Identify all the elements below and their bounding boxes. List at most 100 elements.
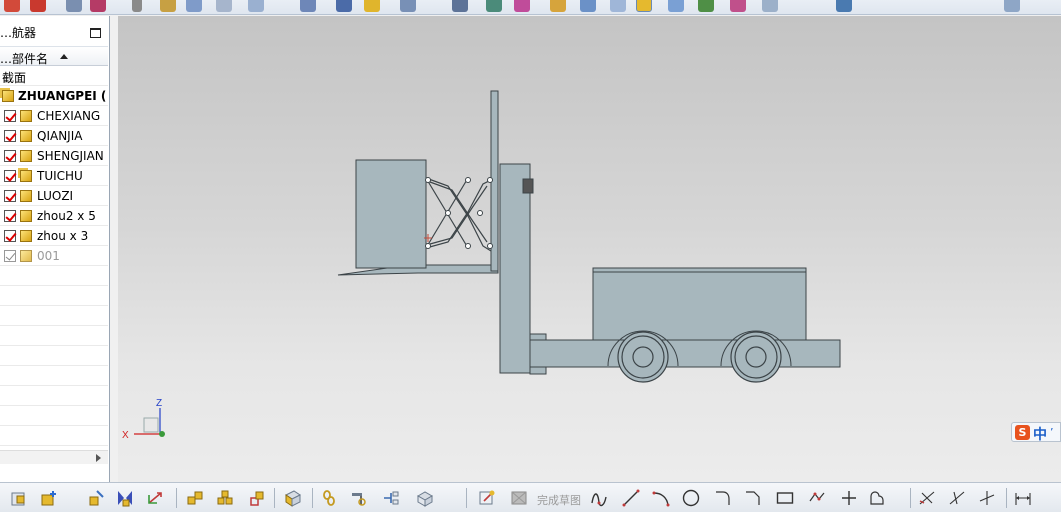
- spring-icon[interactable]: [300, 0, 316, 12]
- render-icon[interactable]: [400, 0, 416, 12]
- arc-icon[interactable]: [652, 489, 670, 507]
- mirror-icon[interactable]: [88, 489, 106, 507]
- finish-sketch-label[interactable]: 完成草图: [537, 492, 581, 508]
- graphics-window[interactable]: Z X S 中 ’: [118, 16, 1061, 482]
- model-icon[interactable]: [4, 0, 20, 12]
- bolt-icon[interactable]: [248, 0, 264, 12]
- sketch-icon[interactable]: [30, 0, 46, 12]
- constraint-icon[interactable]: [116, 489, 134, 507]
- dimension-icon[interactable]: [1014, 489, 1032, 507]
- coordinate-triad: Z X: [122, 398, 165, 441]
- body-box[interactable]: [592, 267, 807, 341]
- pin: [445, 210, 451, 216]
- carriage-block[interactable]: [522, 178, 534, 194]
- pin: [465, 243, 471, 249]
- mast-outer[interactable]: [499, 163, 531, 374]
- display-icon[interactable]: [730, 0, 746, 12]
- tree-row-component[interactable]: zhou2 x 5: [0, 206, 108, 226]
- tree-row-label: ZHUANGPEI (: [18, 89, 107, 103]
- move-icon[interactable]: [146, 489, 164, 507]
- add-component-icon[interactable]: [40, 489, 58, 507]
- shade-icon[interactable]: [364, 0, 380, 12]
- scroll-right-icon[interactable]: [96, 454, 101, 462]
- zoom-icon[interactable]: [550, 0, 566, 12]
- tree-row-component[interactable]: CHEXIANG: [0, 106, 108, 126]
- ime-mode-label[interactable]: 中: [1033, 424, 1047, 444]
- array-icon[interactable]: [382, 489, 400, 507]
- forklift-model[interactable]: Z X: [118, 16, 1061, 482]
- exit-icon[interactable]: [1004, 0, 1020, 12]
- rectangle-icon[interactable]: [776, 489, 794, 507]
- window-icon[interactable]: [836, 0, 852, 12]
- sketch-icon[interactable]: [478, 489, 496, 507]
- background-icon[interactable]: [668, 0, 684, 12]
- ime-logo-icon: S: [1015, 425, 1030, 440]
- tree-row-component[interactable]: LUOZI: [0, 186, 108, 206]
- tree-row-label: LUOZI: [37, 189, 74, 203]
- pusher-plate[interactable]: [355, 159, 427, 269]
- fit-icon[interactable]: [514, 0, 530, 12]
- layer-icon[interactable]: [486, 0, 502, 12]
- pattern-icon[interactable]: [216, 0, 232, 12]
- replace-icon[interactable]: [186, 489, 204, 507]
- extend-icon[interactable]: [948, 489, 966, 507]
- orient-icon[interactable]: [636, 0, 652, 12]
- fillet-icon[interactable]: [714, 489, 732, 507]
- assembly-cut-icon[interactable]: [350, 489, 368, 507]
- view-icon[interactable]: [336, 0, 352, 12]
- tree-row-component[interactable]: SHENGJIAN: [0, 146, 108, 166]
- tree-row-component[interactable]: QIANJIA: [0, 126, 108, 146]
- visibility-checkbox[interactable]: [4, 150, 16, 162]
- section-icon[interactable]: [762, 0, 778, 12]
- profile-icon[interactable]: [590, 489, 608, 507]
- tree-row-label: zhou2 x 5: [37, 209, 96, 223]
- ime-punctuation-icon[interactable]: ’: [1050, 426, 1054, 439]
- maximize-icon[interactable]: [90, 28, 101, 38]
- ime-status-badge[interactable]: S 中 ’: [1011, 422, 1061, 444]
- tree-row-component[interactable]: zhou x 3: [0, 226, 108, 246]
- tree-row-component[interactable]: TUICHU: [0, 166, 108, 186]
- link-icon[interactable]: [320, 489, 338, 507]
- sequence-icon[interactable]: [248, 489, 266, 507]
- horizontal-scrollbar[interactable]: [0, 450, 108, 464]
- component-icon[interactable]: [10, 489, 28, 507]
- part-icon: [20, 210, 32, 222]
- line-icon[interactable]: [622, 489, 640, 507]
- tree-row-empty: [0, 426, 108, 446]
- sort-ascending-icon: [60, 54, 68, 59]
- visibility-checkbox[interactable]: [4, 110, 16, 122]
- rotate-icon[interactable]: [580, 0, 596, 12]
- visibility-checkbox[interactable]: [4, 230, 16, 242]
- hole-icon[interactable]: [186, 0, 202, 12]
- feature-icon[interactable]: [132, 0, 142, 12]
- light-icon[interactable]: [452, 0, 468, 12]
- wave-icon[interactable]: [284, 489, 302, 507]
- tree-row-root-assembly[interactable]: ZHUANGPEI (: [0, 86, 108, 106]
- image-icon[interactable]: [698, 0, 714, 12]
- pan-icon[interactable]: [610, 0, 626, 12]
- visibility-checkbox[interactable]: [4, 170, 16, 182]
- offset-icon[interactable]: [868, 489, 886, 507]
- explode-icon[interactable]: [216, 489, 234, 507]
- body-icon[interactable]: [160, 0, 176, 12]
- visibility-checkbox[interactable]: [4, 190, 16, 202]
- chassis-beam[interactable]: [529, 339, 841, 368]
- finish-sketch-icon[interactable]: [510, 489, 528, 507]
- point-icon[interactable]: [66, 0, 82, 12]
- visibility-checkbox[interactable]: [4, 210, 16, 222]
- tree-row-label: 截面: [2, 71, 27, 85]
- part-icon: [20, 230, 32, 242]
- point-icon[interactable]: [840, 489, 858, 507]
- polygon-icon[interactable]: [808, 489, 826, 507]
- circle-icon[interactable]: [682, 489, 700, 507]
- trim-icon[interactable]: [918, 489, 936, 507]
- spline-icon[interactable]: [90, 0, 106, 12]
- visibility-checkbox[interactable]: [4, 130, 16, 142]
- tree-row-component[interactable]: 001: [0, 246, 108, 266]
- corner-icon[interactable]: [978, 489, 996, 507]
- chamfer-icon[interactable]: [744, 489, 762, 507]
- tree-row-section[interactable]: 截面: [0, 66, 108, 86]
- visibility-checkbox[interactable]: [4, 250, 16, 262]
- column-header-part-name[interactable]: …部件名: [0, 46, 108, 66]
- clearance-icon[interactable]: [416, 489, 434, 507]
